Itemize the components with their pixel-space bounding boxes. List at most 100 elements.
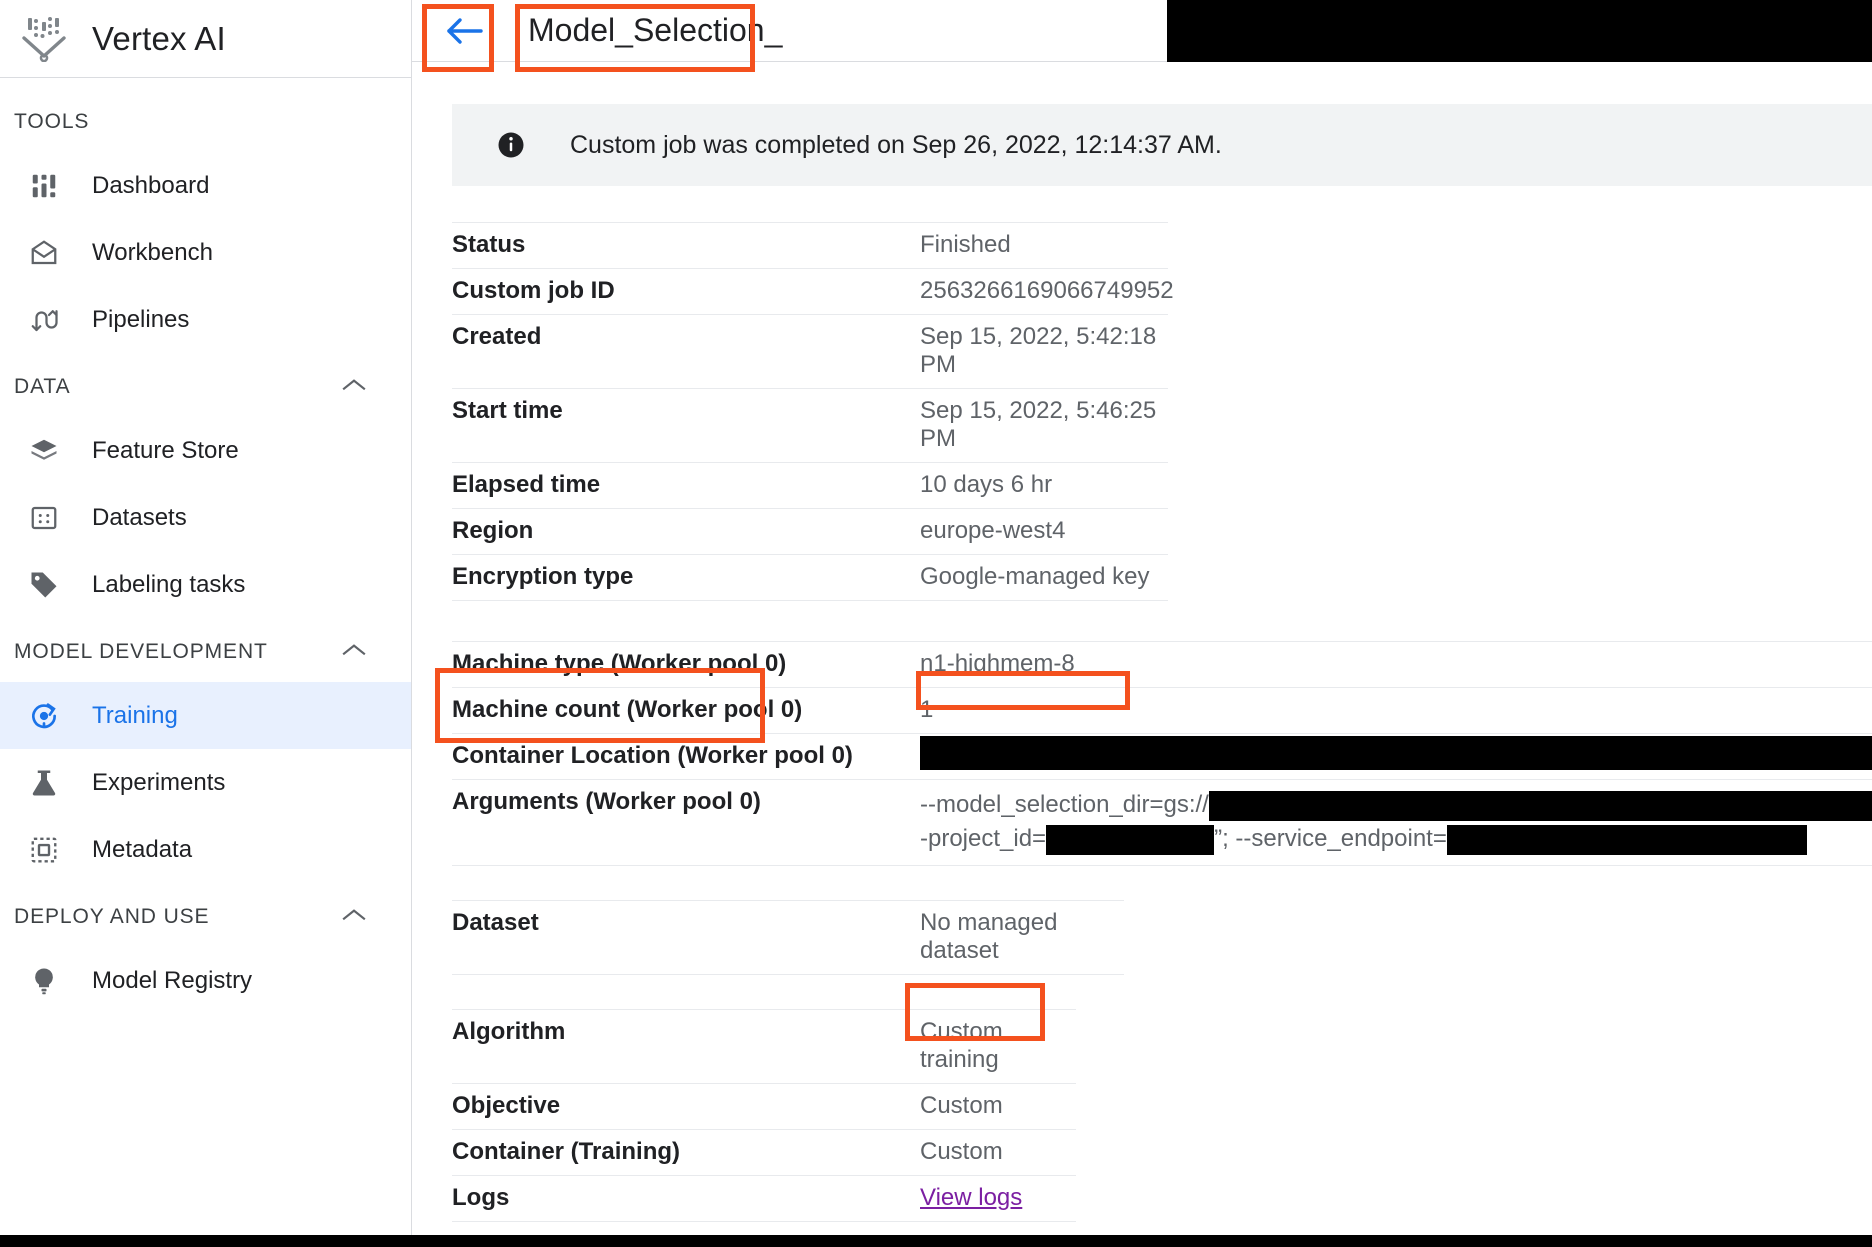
nav-section-label: DATA xyxy=(14,375,71,399)
table-row: Objective Custom xyxy=(452,1084,1076,1130)
top-bar: Model_Selection_ xyxy=(412,0,1872,62)
job-details-table: Status Finished Custom job ID 2563266169… xyxy=(452,222,1872,1222)
bottom-redaction-bar xyxy=(0,1235,1872,1247)
row-label: Machine count (Worker pool 0) xyxy=(452,688,920,733)
sidebar-item-metadata[interactable]: Metadata xyxy=(0,816,411,883)
row-label: Elapsed time xyxy=(452,463,920,508)
row-label: Dataset xyxy=(452,901,920,946)
sidebar-item-model-registry[interactable]: Model Registry xyxy=(0,947,411,1014)
row-label: Logs xyxy=(452,1176,920,1221)
row-label: Status xyxy=(452,223,920,268)
row-label: Encryption type xyxy=(452,555,920,600)
sidebar-item-label: Model Registry xyxy=(92,967,252,995)
title-redaction-bar xyxy=(1167,0,1872,62)
status-banner: Custom job was completed on Sep 26, 2022… xyxy=(452,104,1872,186)
redaction-bar xyxy=(1046,825,1214,855)
row-value: Sep 15, 2022, 5:42:18 PM xyxy=(920,315,1168,388)
row-label: Algorithm xyxy=(452,1010,920,1055)
workbench-icon xyxy=(18,238,70,268)
table-row: Logs View logs xyxy=(452,1176,1076,1222)
row-label: Created xyxy=(452,315,920,360)
back-button[interactable] xyxy=(434,5,494,57)
pipelines-icon xyxy=(18,305,70,335)
sidebar-item-experiments[interactable]: Experiments xyxy=(0,749,411,816)
nav-section-label: DEPLOY AND USE xyxy=(14,905,209,929)
row-value: europe-west4 xyxy=(920,509,1168,554)
row-label: Container (Training) xyxy=(452,1130,920,1175)
row-value: 1 xyxy=(920,688,1872,733)
nav-section-deploy-and-use[interactable]: DEPLOY AND USE xyxy=(0,883,411,947)
training-icon xyxy=(18,700,70,732)
sidebar: Vertex AI TOOLS Dashboard xyxy=(0,0,412,1247)
row-value: Custom training xyxy=(920,1010,1076,1083)
sidebar-item-label: Training xyxy=(92,702,178,730)
table-row: Dataset No managed dataset xyxy=(452,900,1124,975)
table-row-arguments: Arguments (Worker pool 0) --model_select… xyxy=(452,780,1872,866)
sidebar-item-label: Experiments xyxy=(92,769,225,797)
table-row: Machine count (Worker pool 0) 1 xyxy=(452,688,1872,734)
row-label: Machine type (Worker pool 0) xyxy=(452,642,920,687)
row-value: Custom xyxy=(920,1084,1076,1129)
metadata-icon xyxy=(18,835,70,865)
chevron-up-icon[interactable] xyxy=(341,375,367,399)
redaction-bar xyxy=(1447,825,1807,855)
row-value xyxy=(920,734,1872,751)
main-content: Model_Selection_ Custom job was complete… xyxy=(412,0,1872,1247)
sidebar-item-label: Workbench xyxy=(92,239,213,267)
row-value: Sep 15, 2022, 5:46:25 PM xyxy=(920,389,1168,462)
sidebar-item-datasets[interactable]: Datasets xyxy=(0,484,411,551)
sidebar-item-pipelines[interactable]: Pipelines xyxy=(0,286,411,353)
row-value: View logs xyxy=(920,1176,1076,1221)
nav-section-label: MODEL DEVELOPMENT xyxy=(14,640,268,664)
argument-flag-model-selection-dir: --model_selection_dir xyxy=(920,791,1149,818)
sidebar-item-dashboard[interactable]: Dashboard xyxy=(0,152,411,219)
row-label: Container Location (Worker pool 0) xyxy=(452,734,920,779)
table-row: Encryption type Google-managed key xyxy=(452,555,1168,601)
details-group-dataset: Dataset No managed dataset xyxy=(452,900,1872,975)
experiments-icon xyxy=(18,768,70,798)
section-spacer xyxy=(452,601,1872,641)
row-value: 2563266169066749952 xyxy=(920,269,1174,314)
argument-line-1: --model_selection_dir=gs:// xyxy=(920,788,1872,822)
sidebar-item-training[interactable]: Training xyxy=(0,682,411,749)
nav-section-tools: TOOLS xyxy=(0,88,411,152)
table-row: Region europe-west4 xyxy=(452,509,1168,555)
sidebar-item-label: Labeling tasks xyxy=(92,571,245,599)
page-title: Model_Selection_ xyxy=(528,12,782,49)
sidebar-item-feature-store[interactable]: Feature Store xyxy=(0,417,411,484)
row-value: Custom xyxy=(920,1130,1076,1175)
model-registry-icon xyxy=(18,966,70,996)
nav-section-model-development[interactable]: MODEL DEVELOPMENT xyxy=(0,618,411,682)
table-row: Container (Training) Custom xyxy=(452,1130,1076,1176)
table-row: Container Location (Worker pool 0) xyxy=(452,734,1872,780)
chevron-up-icon[interactable] xyxy=(341,640,367,664)
row-label: Arguments (Worker pool 0) xyxy=(452,780,920,825)
vertex-ai-training-job-detail-page: Vertex AI TOOLS Dashboard xyxy=(0,0,1872,1247)
table-row: Status Finished xyxy=(452,222,1168,269)
datasets-icon xyxy=(18,503,70,533)
row-value: Google-managed key xyxy=(920,555,1168,600)
row-label: Start time xyxy=(452,389,920,434)
table-row: Start time Sep 15, 2022, 5:46:25 PM xyxy=(452,389,1168,463)
brand-title: Vertex AI xyxy=(92,20,226,58)
nav-section-data[interactable]: DATA xyxy=(0,353,411,417)
sidebar-item-label: Pipelines xyxy=(92,306,189,334)
chevron-up-icon[interactable] xyxy=(341,905,367,929)
row-value: n1-highmem-8 xyxy=(920,642,1872,687)
sidebar-item-label: Datasets xyxy=(92,504,187,532)
argument-flag-project-id: -project_id= xyxy=(920,825,1046,852)
row-label: Custom job ID xyxy=(452,269,920,314)
table-row: Elapsed time 10 days 6 hr xyxy=(452,463,1168,509)
details-group-general: Status Finished Custom job ID 2563266169… xyxy=(452,222,1872,601)
vertex-ai-logo-icon xyxy=(18,13,70,65)
sidebar-item-workbench[interactable]: Workbench xyxy=(0,219,411,286)
row-value: Finished xyxy=(920,223,1168,268)
row-label: Objective xyxy=(452,1084,920,1129)
redaction-bar xyxy=(1209,791,1872,821)
details-group-training: Algorithm Custom training Objective Cust… xyxy=(452,1009,1872,1222)
argument-line-2: -project_id=”; --service_endpoint= xyxy=(920,822,1872,856)
table-row: Created Sep 15, 2022, 5:42:18 PM xyxy=(452,315,1168,389)
sidebar-item-labeling-tasks[interactable]: Labeling tasks xyxy=(0,551,411,618)
view-logs-link[interactable]: View logs xyxy=(920,1184,1022,1211)
table-row: Machine type (Worker pool 0) n1-highmem-… xyxy=(452,641,1872,688)
